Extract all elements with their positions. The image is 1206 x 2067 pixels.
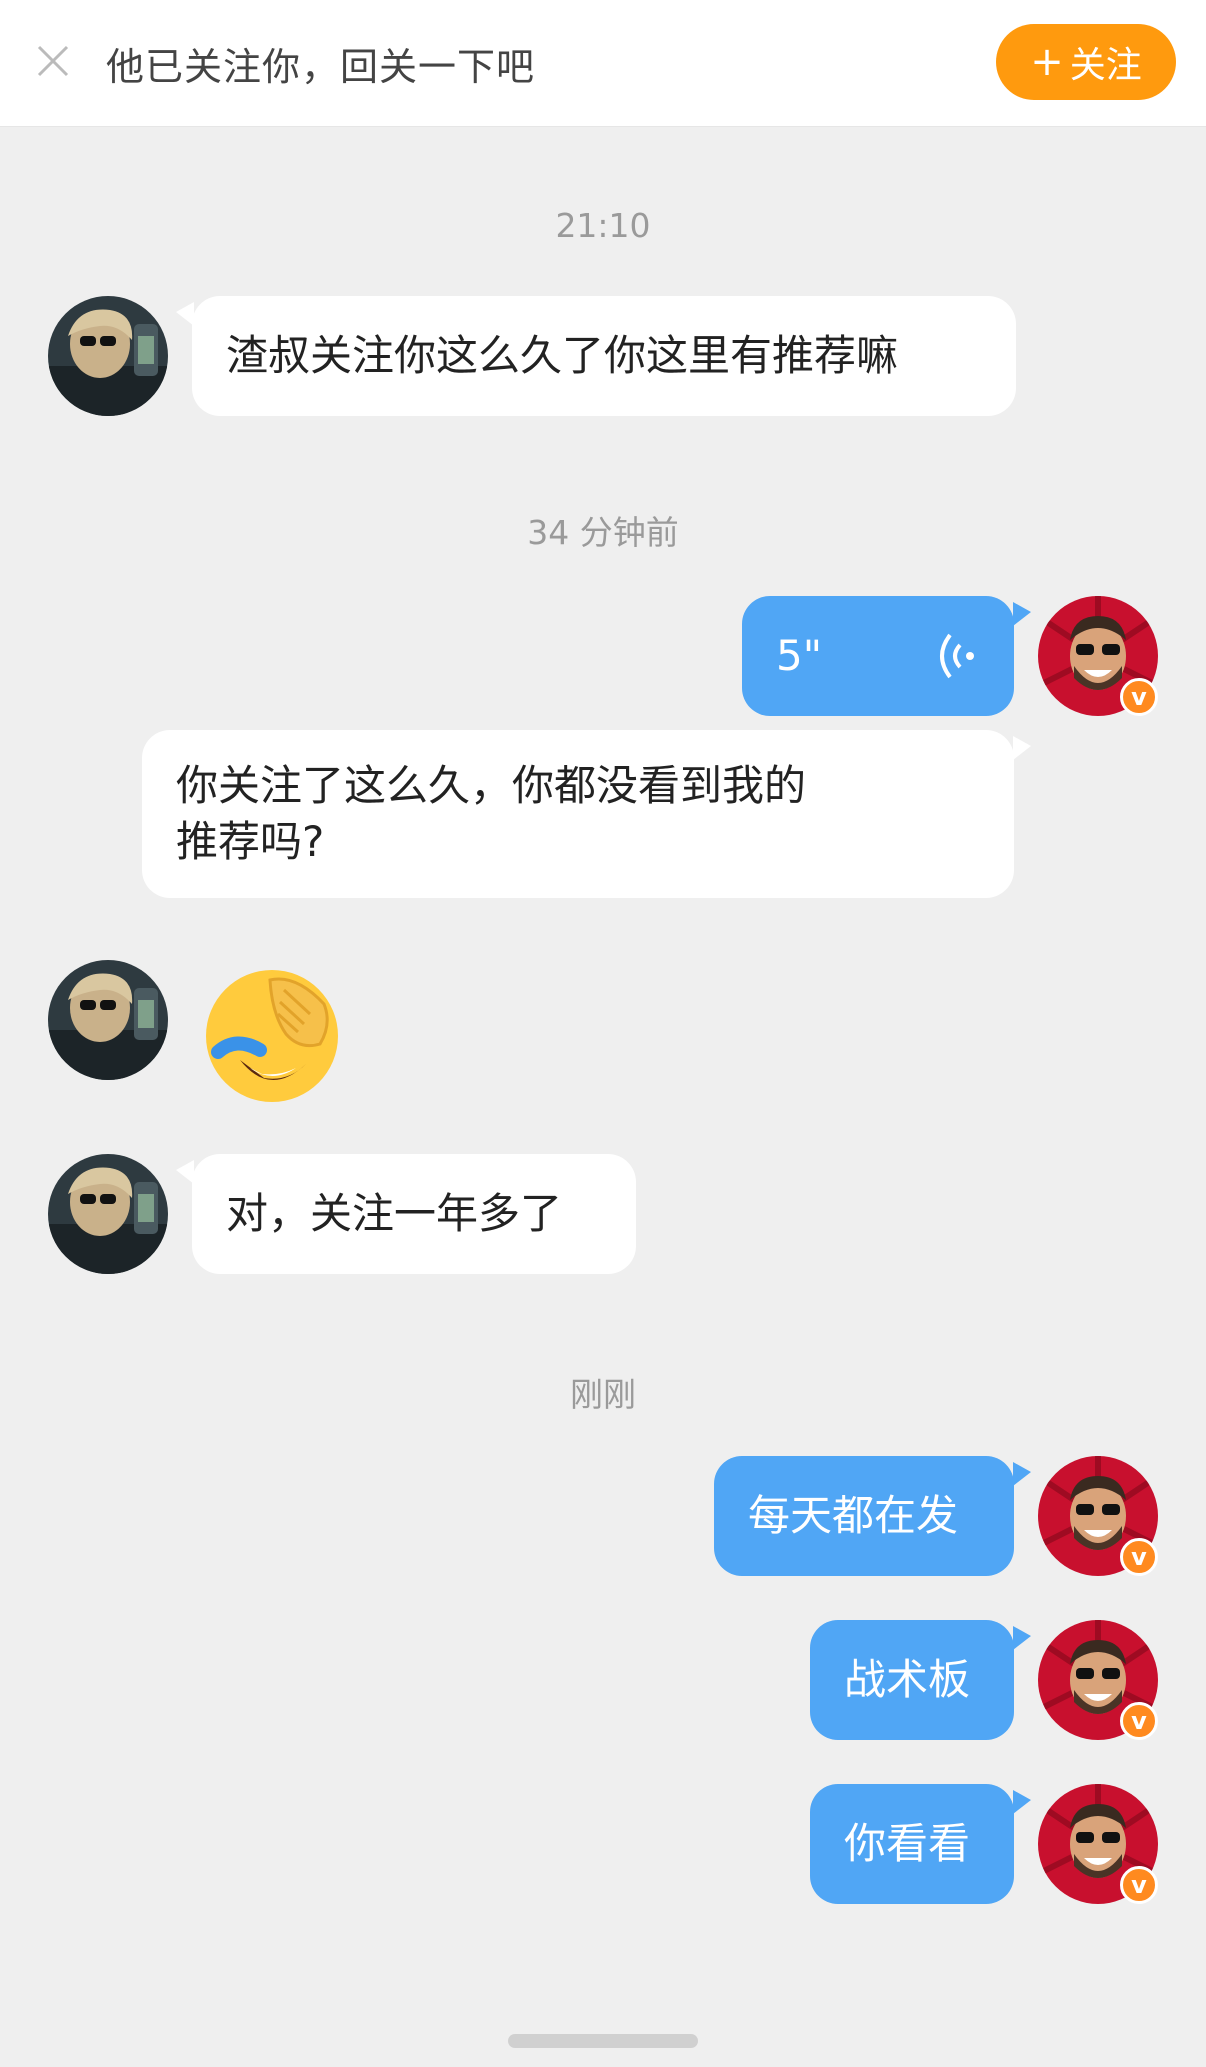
close-icon[interactable] xyxy=(36,44,70,78)
verified-badge-icon: v xyxy=(1120,1538,1158,1576)
message-bubble-outgoing[interactable]: 每天都在发 xyxy=(714,1456,1014,1576)
sender-avatar[interactable] xyxy=(48,296,168,416)
message-text-line: 你关注了这么久，你都没看到我的 xyxy=(176,761,807,810)
voice-duration: 5" xyxy=(776,631,823,680)
verified-badge-icon: v xyxy=(1120,1702,1158,1740)
verified-badge-icon: v xyxy=(1120,1866,1158,1904)
follow-back-bar: 他已关注你，回关一下吧 + 关注 xyxy=(0,0,1206,127)
message-text: 每天都在发 xyxy=(748,1491,959,1540)
bubble-tail xyxy=(1013,1626,1031,1650)
message-text: 你看看 xyxy=(844,1819,971,1868)
sender-avatar[interactable] xyxy=(48,1154,168,1274)
timestamp: 刚刚 xyxy=(570,1375,636,1414)
verified-badge-icon: v xyxy=(1120,678,1158,716)
bubble-tail xyxy=(1013,1462,1031,1486)
facepalm-laughing-emoji-icon[interactable] xyxy=(200,964,344,1108)
message-bubble-outgoing[interactable]: 你看看 xyxy=(810,1784,1014,1904)
home-indicator[interactable] xyxy=(508,2034,698,2048)
message-bubble-incoming[interactable]: 对，关注一年多了 xyxy=(192,1154,636,1274)
plus-icon: + xyxy=(1030,39,1064,85)
timestamp: 34 分钟前 xyxy=(527,513,679,552)
bubble-tail xyxy=(1013,736,1031,760)
message-text: 对，关注一年多了 xyxy=(226,1189,563,1238)
follow-back-hint: 他已关注你，回关一下吧 xyxy=(106,45,536,89)
timestamp: 21:10 xyxy=(555,206,651,245)
message-bubble-outgoing[interactable]: 你关注了这么久，你都没看到我的 推荐吗? xyxy=(142,730,1014,898)
bubble-tail xyxy=(1013,602,1031,626)
message-text-line: 推荐吗? xyxy=(176,817,325,866)
sender-avatar[interactable] xyxy=(48,960,168,1080)
message-text: 渣叔关注你这么久了你这里有推荐嘛 xyxy=(226,331,899,380)
bubble-tail xyxy=(1013,1790,1031,1814)
message-bubble-incoming[interactable]: 渣叔关注你这么久了你这里有推荐嘛 xyxy=(192,296,1016,416)
follow-button-label: 关注 xyxy=(1069,45,1142,86)
voice-message-bubble[interactable]: 5" xyxy=(742,596,1014,716)
message-text: 战术板 xyxy=(844,1655,971,1704)
follow-button[interactable]: + 关注 xyxy=(996,24,1176,100)
message-bubble-outgoing[interactable]: 战术板 xyxy=(810,1620,1014,1740)
voice-wave-icon xyxy=(940,633,974,679)
